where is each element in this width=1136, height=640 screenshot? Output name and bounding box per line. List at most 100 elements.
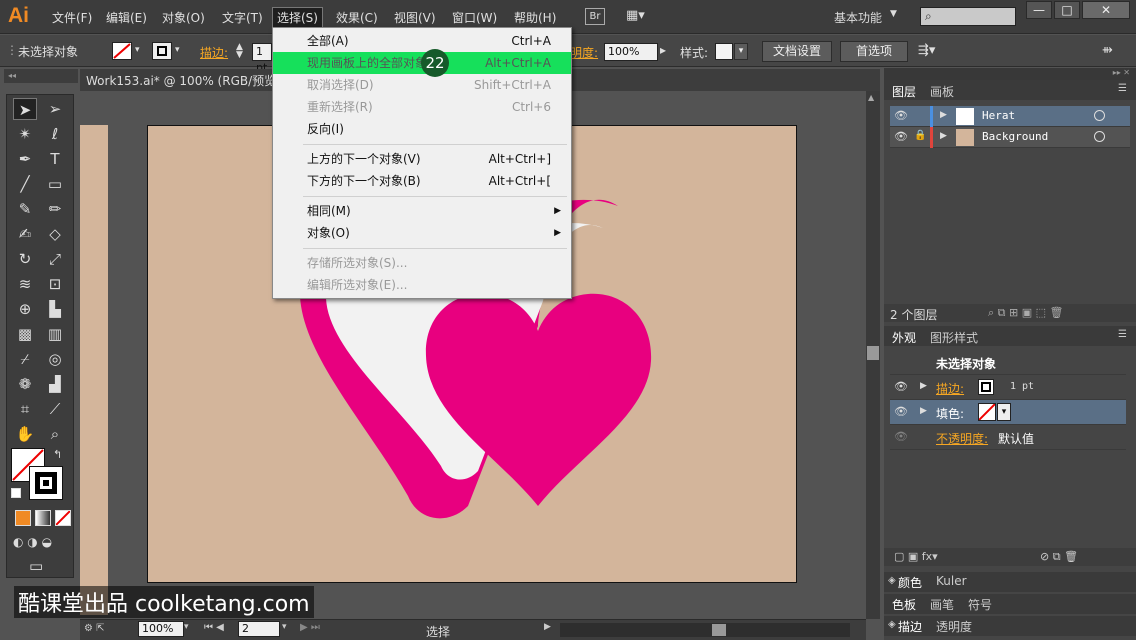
scroll-up-icon[interactable]: ▲ xyxy=(868,93,874,102)
lasso-tool-icon[interactable]: ℓ xyxy=(43,123,67,145)
menu-item-next-object-below[interactable]: 下方的下一个对象(B) Alt+Ctrl+[ xyxy=(273,170,571,192)
status-icons[interactable]: ⚙ ⇱ xyxy=(84,623,105,634)
appearance-fill-label[interactable]: 填色: xyxy=(936,405,964,422)
artboard-dropdown-icon[interactable]: ▾ xyxy=(282,622,287,632)
fill-dropdown-icon[interactable]: ▾ xyxy=(135,45,140,55)
expand-triangle-icon[interactable]: ▶ xyxy=(920,381,927,391)
menu-type[interactable]: 文字(T) xyxy=(222,9,263,26)
tab-graphic-styles[interactable]: 图形样式 xyxy=(930,329,978,346)
color-mode-icon[interactable] xyxy=(15,510,31,526)
menu-item-deselect[interactable]: 取消选择(D) Shift+Ctrl+A xyxy=(273,74,571,96)
menu-object[interactable]: 对象(O) xyxy=(162,9,205,26)
menu-item-edit-selection[interactable]: 编辑所选对象(E)... xyxy=(273,274,571,296)
menu-edit[interactable]: 编辑(E) xyxy=(106,9,147,26)
blob-brush-tool-icon[interactable]: ✍ xyxy=(13,223,37,245)
appearance-footer-icons-right[interactable]: ⊘ ⧉ 🗑 xyxy=(1040,550,1078,564)
target-circle-icon[interactable] xyxy=(1094,131,1105,142)
menu-help[interactable]: 帮助(H) xyxy=(514,9,556,26)
stroke-stepper[interactable]: ▲ ▼ xyxy=(236,43,243,60)
dock-collapse-icon[interactable]: ▸▸ ✕ xyxy=(884,68,1136,80)
rectangle-tool-icon[interactable]: ▭ xyxy=(43,173,67,195)
tab-symbols[interactable]: 符号 xyxy=(968,596,992,613)
menu-file[interactable]: 文件(F) xyxy=(52,9,92,26)
search-input[interactable]: ⌕ xyxy=(920,7,1016,26)
tab-layers[interactable]: 图层 xyxy=(892,83,916,100)
vertical-scrollbar[interactable]: ▲ xyxy=(866,91,880,619)
layer-name[interactable]: Herat xyxy=(982,109,1015,122)
mesh-tool-icon[interactable]: ▩ xyxy=(13,323,37,345)
toolbox-header[interactable]: ◂◂ xyxy=(4,69,78,83)
gradient-mode-icon[interactable] xyxy=(35,510,51,526)
target-circle-icon[interactable] xyxy=(1094,110,1105,121)
selection-tool-icon[interactable]: ➤ xyxy=(13,98,37,120)
menu-effect[interactable]: 效果(C) xyxy=(336,9,378,26)
workspace-chevron-icon[interactable]: ▼ xyxy=(890,9,897,19)
minimize-button[interactable]: — xyxy=(1026,1,1052,19)
maximize-button[interactable]: □ xyxy=(1054,1,1080,19)
pen-tool-icon[interactable]: ✒ xyxy=(13,148,37,170)
layers-footer-icons[interactable]: ⌕ ⧉ ⊞ ▣ ⬚ 🗑 xyxy=(988,306,1063,320)
arrange-icon[interactable]: ⇶▾ xyxy=(918,43,935,58)
none-mode-icon[interactable] xyxy=(55,510,71,526)
direct-selection-tool-icon[interactable]: ➢ xyxy=(43,98,67,120)
fill-swatch[interactable] xyxy=(112,42,132,60)
tab-kuler[interactable]: Kuler xyxy=(936,574,967,588)
appearance-fill-row[interactable]: 👁 ▶ 填色: ▾ xyxy=(890,400,1126,425)
menu-item-reselect[interactable]: 重新选择(R) Ctrl+6 xyxy=(273,96,571,118)
preferences-button[interactable]: 首选项 xyxy=(840,41,908,62)
hand-tool-icon[interactable]: ✋ xyxy=(13,423,37,445)
style-swatch[interactable] xyxy=(715,43,733,60)
appearance-footer-icons[interactable]: ▢ ▣ fx▾ xyxy=(894,550,938,563)
slice-tool-icon[interactable]: ⟋ xyxy=(43,398,67,420)
tab-brushes[interactable]: 画笔 xyxy=(930,596,954,613)
eye-icon[interactable]: 👁 xyxy=(894,380,908,393)
appearance-stroke-label[interactable]: 描边: xyxy=(936,380,964,397)
appearance-fill-swatch[interactable] xyxy=(978,403,996,421)
bridge-button[interactable]: Br xyxy=(585,8,605,25)
eyedropper-tool-icon[interactable]: ⌿ xyxy=(13,348,37,370)
magic-wand-tool-icon[interactable]: ✴ xyxy=(13,123,37,145)
workspace-switcher[interactable]: 基本功能 xyxy=(834,9,882,26)
eye-icon[interactable]: 👁 xyxy=(894,405,908,418)
draw-modes-icon[interactable]: ◐ ◑ ◒ xyxy=(13,535,52,549)
layer-row[interactable]: 👁 ▶ Herat xyxy=(890,106,1130,127)
collapse-icon[interactable]: ◈ xyxy=(888,575,896,586)
fill-dropdown-icon[interactable]: ▾ xyxy=(997,403,1011,421)
stroke-weight-field[interactable]: 1 pt xyxy=(252,43,272,74)
menu-item-inverse[interactable]: 反向(I) xyxy=(273,118,571,140)
panel-menu-icon[interactable]: ⇻ xyxy=(1102,43,1113,58)
eye-icon[interactable]: 👁 xyxy=(894,109,908,122)
scroll-thumb[interactable] xyxy=(867,346,879,360)
opacity-field[interactable]: 100% xyxy=(604,43,658,61)
layers-menu-icon[interactable]: ☰ xyxy=(1118,83,1127,94)
screen-mode-icon[interactable]: ▭ xyxy=(29,557,43,575)
menu-select[interactable]: 选择(S) xyxy=(272,7,323,28)
stroke-dropdown-icon[interactable]: ▾ xyxy=(175,45,180,55)
expand-triangle-icon[interactable]: ▶ xyxy=(920,406,927,416)
symbol-sprayer-tool-icon[interactable]: ❁ xyxy=(13,373,37,395)
appearance-stroke-swatch[interactable] xyxy=(978,379,994,395)
appearance-menu-icon[interactable]: ☰ xyxy=(1118,329,1127,340)
stroke-color-box[interactable] xyxy=(29,466,63,500)
tab-transparency[interactable]: 透明度 xyxy=(936,618,972,635)
zoom-tool-icon[interactable]: ⌕ xyxy=(43,423,67,445)
layer-name[interactable]: Background xyxy=(982,130,1048,143)
free-transform-tool-icon[interactable]: ⊡ xyxy=(43,273,67,295)
zoom-field[interactable]: 100% xyxy=(138,621,184,637)
menu-item-select-all[interactable]: 全部(A) Ctrl+A xyxy=(273,30,571,52)
artboard-field[interactable]: 2 xyxy=(238,621,280,637)
tab-swatches[interactable]: 色板 xyxy=(892,596,916,613)
menu-window[interactable]: 窗口(W) xyxy=(452,9,497,26)
eraser-tool-icon[interactable]: ◇ xyxy=(43,223,67,245)
tab-appearance[interactable]: 外观 xyxy=(892,329,916,346)
opacity-dropdown-icon[interactable]: ▸ xyxy=(660,43,666,57)
tab-color[interactable]: 颜色 xyxy=(898,574,922,591)
line-tool-icon[interactable]: ╱ xyxy=(13,173,37,195)
opacity-label[interactable]: 明度: xyxy=(570,44,598,61)
artboard-tool-icon[interactable]: ⌗ xyxy=(13,398,37,420)
menu-item-same-submenu[interactable]: 相同(M) ▶ xyxy=(273,200,571,222)
artboard-nav-prev[interactable]: ⏮ ◀ xyxy=(204,622,224,633)
shape-builder-tool-icon[interactable]: ⊕ xyxy=(13,298,37,320)
menu-item-next-object-above[interactable]: 上方的下一个对象(V) Alt+Ctrl+] xyxy=(273,148,571,170)
zoom-dropdown-icon[interactable]: ▾ xyxy=(184,622,189,632)
